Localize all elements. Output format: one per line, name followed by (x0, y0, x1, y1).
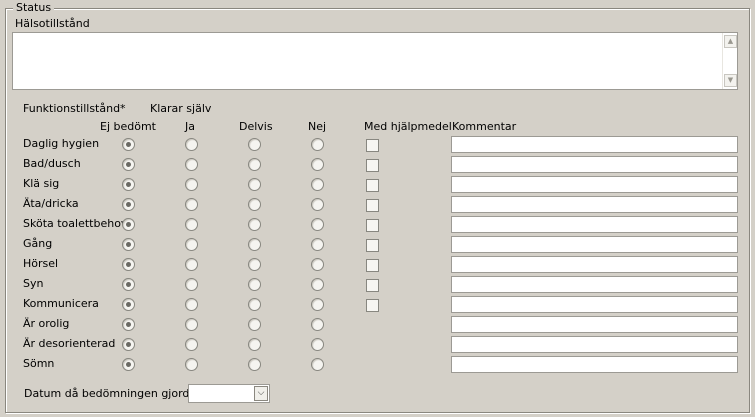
aid-checkbox[interactable] (366, 219, 379, 232)
radio-partly[interactable] (248, 158, 261, 171)
row-label: Klä sig (23, 177, 60, 190)
col-not-assessed: Ej bedömt (100, 120, 156, 133)
function-header: Funktionstillstånd* (23, 102, 126, 115)
health-textarea[interactable]: ▲ ▼ (12, 32, 738, 90)
row-label: Är desorienterad (23, 337, 116, 350)
radio-partly[interactable] (248, 298, 261, 311)
row-label: Daglig hygien (23, 137, 100, 150)
radio-partly[interactable] (248, 358, 261, 371)
radio-not-assessed[interactable] (122, 218, 135, 231)
radio-not-assessed[interactable] (122, 258, 135, 271)
comment-field[interactable] (451, 256, 738, 273)
radio-no[interactable] (311, 198, 324, 211)
radio-not-assessed[interactable] (122, 298, 135, 311)
chevron-up-icon[interactable]: ▲ (724, 35, 737, 48)
col-partly: Delvis (239, 120, 273, 133)
radio-yes[interactable] (185, 298, 198, 311)
radio-yes[interactable] (185, 178, 198, 191)
radio-not-assessed[interactable] (122, 338, 135, 351)
chevron-down-icon[interactable]: ▼ (724, 74, 737, 87)
row-label: Kommunicera (23, 297, 99, 310)
radio-yes[interactable] (185, 198, 198, 211)
radio-not-assessed[interactable] (122, 198, 135, 211)
row-label: Sömn (23, 357, 55, 370)
radio-partly[interactable] (248, 218, 261, 231)
radio-not-assessed[interactable] (122, 318, 135, 331)
health-scrollbar[interactable]: ▲ ▼ (722, 33, 737, 89)
radio-not-assessed[interactable] (122, 238, 135, 251)
comment-field[interactable] (451, 296, 738, 313)
comment-field[interactable] (451, 196, 738, 213)
radio-yes[interactable] (185, 218, 198, 231)
radio-yes[interactable] (185, 338, 198, 351)
radio-no[interactable] (311, 358, 324, 371)
radio-not-assessed[interactable] (122, 178, 135, 191)
date-label: Datum då bedömningen gjordes*: (24, 387, 212, 400)
comment-field[interactable] (451, 236, 738, 253)
aid-checkbox[interactable] (366, 159, 379, 172)
radio-partly[interactable] (248, 338, 261, 351)
radio-yes[interactable] (185, 238, 198, 251)
radio-not-assessed[interactable] (122, 138, 135, 151)
radio-partly[interactable] (248, 318, 261, 331)
radio-partly[interactable] (248, 138, 261, 151)
row-label: Bad/dusch (23, 157, 81, 170)
aid-checkbox[interactable] (366, 139, 379, 152)
radio-partly[interactable] (248, 278, 261, 291)
radio-yes[interactable] (185, 358, 198, 371)
radio-no[interactable] (311, 258, 324, 271)
col-aid: Med hjälpmedel (364, 120, 452, 133)
col-no: Nej (308, 120, 327, 133)
radio-not-assessed[interactable] (122, 278, 135, 291)
radio-no[interactable] (311, 158, 324, 171)
row-label: Sköta toalettbehov (23, 217, 128, 230)
radio-no[interactable] (311, 338, 324, 351)
comment-field[interactable] (451, 276, 738, 293)
radio-yes[interactable] (185, 158, 198, 171)
aid-checkbox[interactable] (366, 199, 379, 212)
radio-no[interactable] (311, 238, 324, 251)
radio-not-assessed[interactable] (122, 158, 135, 171)
row-label: Äta/dricka (23, 197, 79, 210)
row-label: Syn (23, 277, 44, 290)
radio-no[interactable] (311, 278, 324, 291)
comment-field[interactable] (451, 136, 738, 153)
health-label: Hälsotillstånd (15, 17, 90, 30)
radio-partly[interactable] (248, 238, 261, 251)
row-label: Är orolig (23, 317, 70, 330)
radio-yes[interactable] (185, 278, 198, 291)
aid-checkbox[interactable] (366, 179, 379, 192)
radio-yes[interactable] (185, 258, 198, 271)
chevron-down-icon[interactable]: ⌵ (254, 386, 268, 401)
self-header: Klarar själv (150, 102, 212, 115)
radio-no[interactable] (311, 218, 324, 231)
radio-partly[interactable] (248, 198, 261, 211)
radio-yes[interactable] (185, 138, 198, 151)
radio-no[interactable] (311, 138, 324, 151)
comment-field[interactable] (451, 156, 738, 173)
aid-checkbox[interactable] (366, 279, 379, 292)
radio-partly[interactable] (248, 178, 261, 191)
radio-yes[interactable] (185, 318, 198, 331)
aid-checkbox[interactable] (366, 239, 379, 252)
col-comment: Kommentar (452, 120, 517, 133)
radio-partly[interactable] (248, 258, 261, 271)
row-label: Gång (23, 237, 53, 250)
aid-checkbox[interactable] (366, 259, 379, 272)
radio-no[interactable] (311, 298, 324, 311)
comment-field[interactable] (451, 356, 738, 373)
row-label: Hörsel (23, 257, 59, 270)
col-yes: Ja (185, 120, 195, 133)
comment-field[interactable] (451, 176, 738, 193)
group-title: Status (13, 1, 55, 14)
radio-not-assessed[interactable] (122, 358, 135, 371)
radio-no[interactable] (311, 318, 324, 331)
comment-field[interactable] (451, 336, 738, 353)
comment-field[interactable] (451, 316, 738, 333)
aid-checkbox[interactable] (366, 299, 379, 312)
radio-no[interactable] (311, 178, 324, 191)
comment-field[interactable] (451, 216, 738, 233)
date-select[interactable]: ⌵ (188, 384, 270, 403)
